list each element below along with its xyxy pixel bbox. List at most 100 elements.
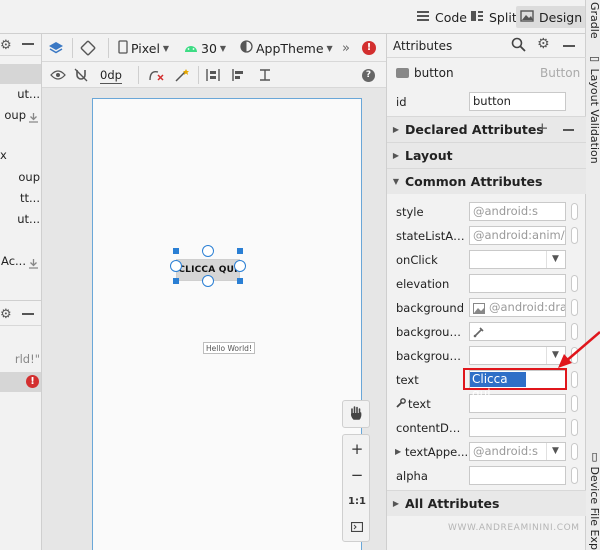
help-icon[interactable]: ?: [362, 66, 375, 84]
overflow-chevron-icon[interactable]: »: [342, 39, 350, 57]
chevron-down-icon: ▼: [219, 43, 227, 53]
resource-picker[interactable]: [571, 299, 578, 316]
remove-icon[interactable]: [563, 129, 574, 131]
orientation-icon[interactable]: [80, 39, 96, 57]
text-value-selected[interactable]: Clicca qui: [470, 372, 526, 401]
clear-constraints-icon[interactable]: [148, 66, 164, 84]
resource-picker[interactable]: [571, 419, 578, 436]
device-file-label: Device File Explo: [588, 466, 600, 550]
magnet-off-icon[interactable]: [74, 66, 88, 84]
minimize-icon[interactable]: [22, 313, 34, 315]
palette-item[interactable]: ut...: [0, 87, 41, 105]
attr-dropdown[interactable]: @android:s ▼: [469, 442, 566, 461]
minimize-icon[interactable]: [22, 43, 34, 45]
layout-section[interactable]: ▶ Layout: [387, 142, 586, 168]
device-label: Pixel: [131, 40, 160, 56]
eye-icon[interactable]: [50, 66, 66, 84]
attr-value[interactable]: [469, 466, 566, 485]
resource-picker[interactable]: [571, 275, 578, 292]
palette-item[interactable]: oup: [0, 108, 41, 126]
chevron-down-icon[interactable]: ▼: [546, 251, 564, 268]
chevron-down-icon[interactable]: ▼: [546, 443, 564, 460]
attr-value[interactable]: [469, 274, 566, 293]
device-preview[interactable]: CLICCA QUI Hello World!: [92, 98, 362, 550]
left-anchor-handle[interactable]: [170, 260, 182, 272]
palette-item[interactable]: oup: [0, 170, 41, 188]
attr-value[interactable]: @android:anim/: [469, 226, 566, 245]
device-selector[interactable]: Pixel ▼: [118, 39, 169, 57]
resize-handle[interactable]: [173, 278, 179, 284]
device-file-explorer-tab[interactable]: ▯ Device File Explo: [588, 450, 600, 550]
attr-dropdown[interactable]: ▼: [469, 346, 566, 365]
minimize-icon[interactable]: [563, 45, 575, 47]
resource-picker[interactable]: [571, 371, 578, 388]
resource-picker[interactable]: [571, 395, 578, 412]
tree-item[interactable]: rld!": [0, 352, 41, 370]
split-mode-button[interactable]: Split: [466, 6, 521, 28]
attr-row-alpha: alpha: [387, 464, 586, 488]
top-anchor-handle[interactable]: [202, 245, 214, 257]
attr-value-field[interactable]: [469, 322, 566, 341]
resource-picker[interactable]: [571, 227, 578, 244]
all-attributes-section[interactable]: ▶ All Attributes: [387, 490, 586, 516]
pack-icon[interactable]: [206, 66, 220, 84]
expand-triangle-icon: ▶: [392, 125, 400, 134]
gear-icon[interactable]: ⚙: [0, 38, 12, 53]
default-margin-field[interactable]: 0dp: [100, 66, 122, 84]
error-icon[interactable]: !: [26, 375, 39, 388]
warning-icon[interactable]: !: [362, 39, 376, 57]
collapse-triangle-icon: ▼: [392, 177, 400, 186]
zoom-out-button[interactable]: −: [343, 462, 371, 488]
api-level-selector[interactable]: 30 ▼: [184, 39, 226, 57]
code-mode-button[interactable]: Code: [412, 6, 471, 28]
infer-constraints-icon[interactable]: [174, 66, 190, 84]
resize-handle[interactable]: [237, 248, 243, 254]
resource-picker[interactable]: [571, 203, 578, 220]
attr-row-style: style @android:s: [387, 200, 586, 224]
declared-attributes-section[interactable]: ▶ Declared Attributes +: [387, 116, 586, 142]
align-icon[interactable]: [232, 66, 246, 84]
palette-item[interactable]: Ac...: [0, 254, 41, 272]
layers-icon[interactable]: [48, 39, 64, 57]
gradle-tab[interactable]: Gradle: [588, 2, 600, 39]
textview-widget[interactable]: Hello World!: [203, 342, 255, 354]
design-mode-button[interactable]: Design: [516, 6, 587, 28]
expand-triangle-icon[interactable]: ▶: [395, 447, 401, 456]
palette-item[interactable]: ut...: [0, 212, 41, 230]
attr-value[interactable]: @android:s: [469, 202, 566, 221]
attr-value[interactable]: [469, 418, 566, 437]
palette-item[interactable]: tt...: [0, 191, 41, 209]
phone-icon: [118, 39, 128, 57]
id-input[interactable]: button: [469, 92, 566, 111]
zoom-in-button[interactable]: +: [343, 436, 371, 462]
guidelines-icon[interactable]: [258, 66, 272, 84]
search-icon[interactable]: [511, 37, 526, 55]
zoom-fit-button[interactable]: [343, 514, 371, 540]
section-label: Declared Attributes: [405, 122, 544, 137]
layout-validation-tab[interactable]: ▭ Layout Validation: [588, 52, 600, 164]
common-attributes-section[interactable]: ▼ Common Attributes: [387, 168, 586, 194]
eyedropper-icon[interactable]: [473, 326, 485, 340]
palette-item[interactable]: x: [0, 148, 41, 166]
gear-icon[interactable]: ⚙: [537, 36, 550, 52]
gear-icon[interactable]: ⚙: [0, 307, 12, 322]
attr-dropdown[interactable]: ▼: [469, 250, 566, 269]
design-canvas[interactable]: CLICCA QUI Hello World! + − 1:1: [42, 88, 386, 550]
add-icon[interactable]: +: [536, 119, 549, 137]
bottom-anchor-handle[interactable]: [202, 275, 214, 287]
download-icon[interactable]: [29, 258, 38, 269]
resize-handle[interactable]: [237, 278, 243, 284]
palette-panel: ⚙ ut... oup x oup tt... ut... Ac... ⚙ rl…: [0, 34, 42, 550]
palette-selected-row[interactable]: [0, 64, 41, 84]
resource-picker[interactable]: [571, 467, 578, 484]
resource-picker[interactable]: [571, 443, 578, 460]
download-icon[interactable]: [29, 112, 38, 123]
attr-label: textAppe...: [405, 445, 469, 459]
pan-button[interactable]: [342, 400, 370, 428]
tree-selected-row[interactable]: !: [0, 372, 41, 392]
zoom-reset-button[interactable]: 1:1: [343, 488, 371, 514]
attr-value-field[interactable]: @android:dra: [469, 298, 566, 317]
resize-handle[interactable]: [173, 248, 179, 254]
right-anchor-handle[interactable]: [234, 260, 246, 272]
theme-selector[interactable]: AppTheme ▼: [240, 39, 333, 57]
